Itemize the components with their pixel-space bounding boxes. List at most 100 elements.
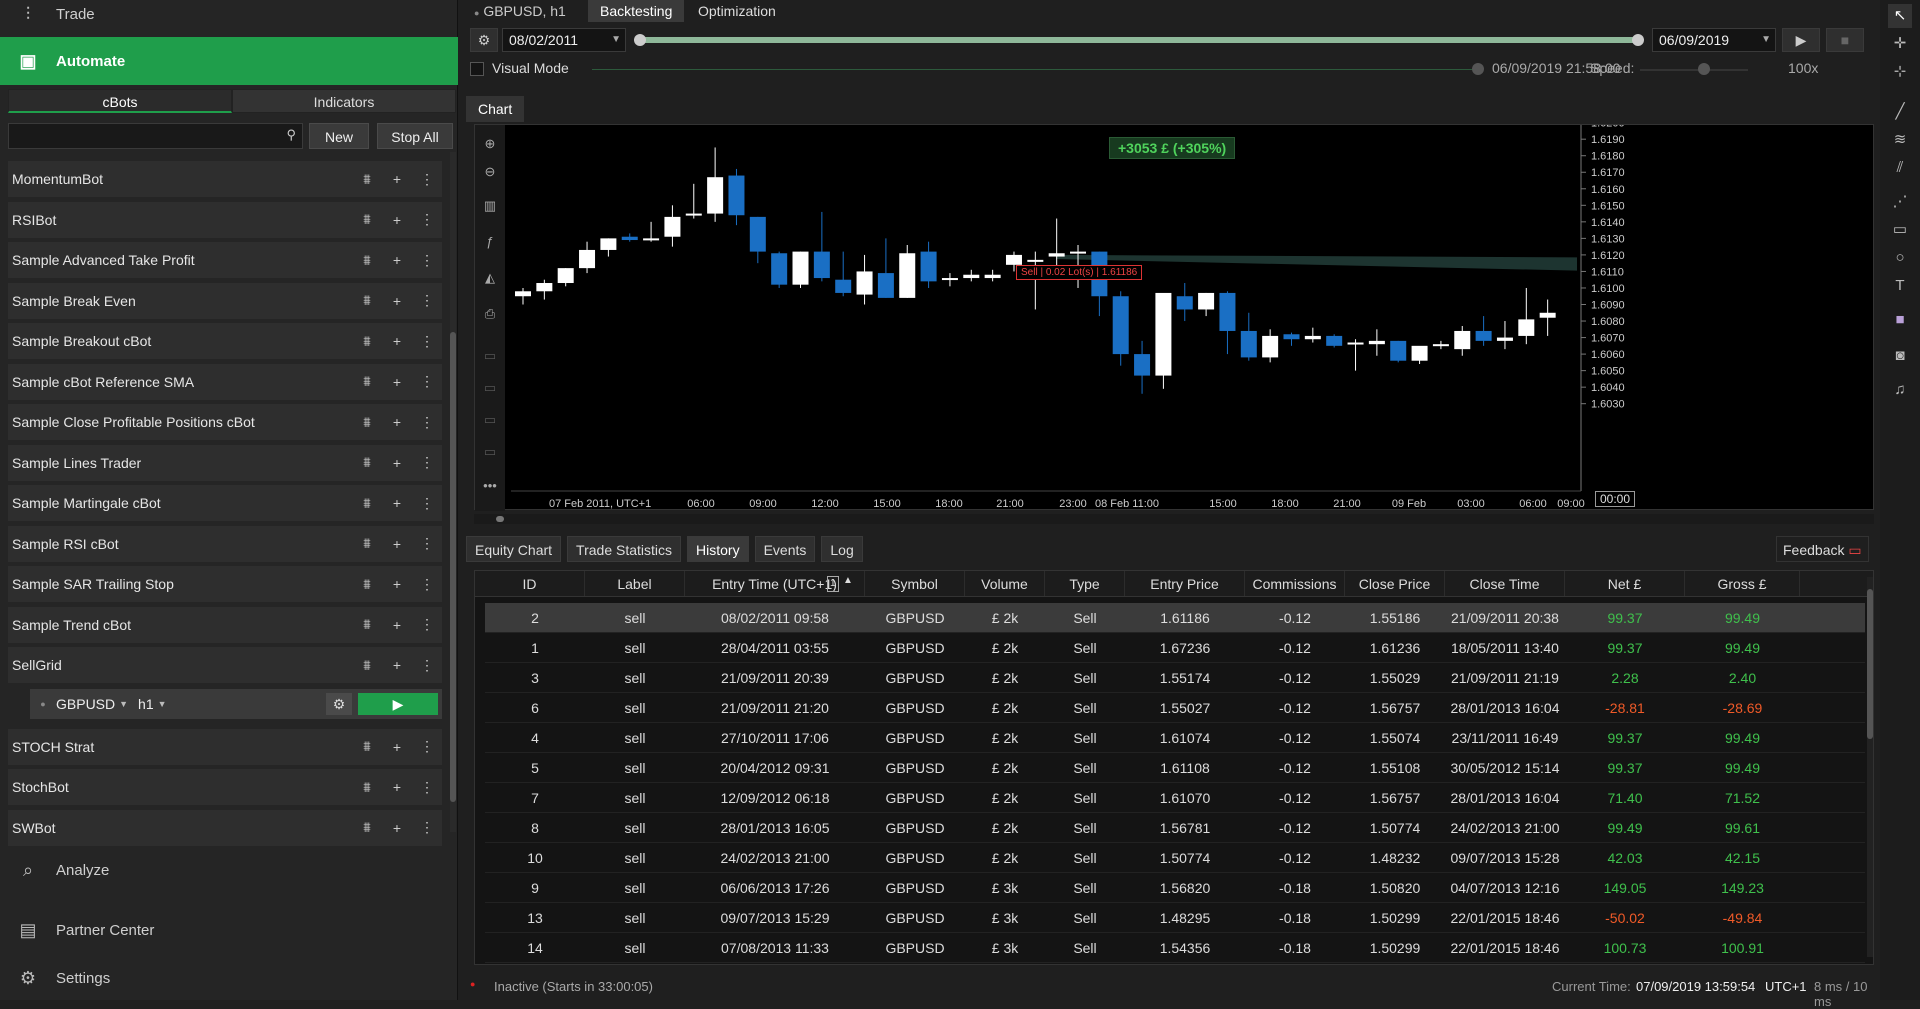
- bot-item[interactable]: RSIBot ⩩ + ⋮: [8, 201, 442, 238]
- scrollbar-thumb[interactable]: [450, 332, 456, 802]
- bot-item[interactable]: Sample cBot Reference SMA ⩩ + ⋮: [8, 363, 442, 400]
- table-row[interactable]: 13 sell 09/07/2013 15:29 GBPUSD £ 3k Sell 1.48…: [485, 903, 1865, 933]
- tab-cbots[interactable]: cBots: [8, 89, 232, 113]
- more-vertical-icon[interactable]: ⋮: [412, 252, 442, 269]
- table-row[interactable]: 10 sell 24/02/2013 21:00 GBPUSD £ 2k Sell 1.50…: [485, 843, 1865, 873]
- nav-settings[interactable]: ⚙ Settings: [0, 954, 458, 1002]
- trade-label[interactable]: Sell | 0.02 Lot(s) | 1.61186: [1016, 265, 1143, 280]
- more-vertical-icon[interactable]: ⋮: [412, 535, 442, 552]
- chart-hscrollbar[interactable]: [474, 514, 1874, 524]
- crosshair-icon[interactable]: ✛: [1888, 32, 1912, 56]
- timeframe-icon[interactable]: ▭: [479, 345, 501, 367]
- more-vertical-icon[interactable]: ⋮: [412, 171, 442, 188]
- pattern-icon[interactable]: ⋰: [1888, 190, 1912, 214]
- more-vertical-icon[interactable]: ⋮: [412, 414, 442, 431]
- column-header[interactable]: Gross £: [1685, 571, 1800, 596]
- bot-item[interactable]: StochBot ⩩ + ⋮: [8, 769, 442, 805]
- instances-icon[interactable]: ⩩: [352, 211, 382, 228]
- stop-button[interactable]: ■: [1826, 28, 1864, 52]
- instances-icon[interactable]: ⩩: [352, 535, 382, 552]
- instances-icon[interactable]: ⩩: [352, 657, 382, 674]
- speed-slider[interactable]: [1640, 69, 1748, 71]
- table-row[interactable]: 5 sell 20/04/2012 09:31 GBPUSD £ 2k Sell 1.611…: [485, 753, 1865, 783]
- bot-item[interactable]: STOCH Strat ⩩ + ⋮: [8, 728, 442, 765]
- visual-mode-checkbox[interactable]: [470, 62, 484, 76]
- add-instance-icon[interactable]: +: [382, 171, 412, 187]
- bot-item[interactable]: Sample RSI cBot ⩩ + ⋮: [8, 525, 442, 562]
- instances-icon[interactable]: ⩩: [352, 576, 382, 593]
- bot-item[interactable]: Sample Breakout cBot ⩩ + ⋮: [8, 323, 442, 359]
- add-instance-icon[interactable]: +: [382, 576, 412, 592]
- tab-equity-chart[interactable]: Equity Chart: [466, 536, 562, 562]
- instances-icon[interactable]: ⩩: [352, 738, 382, 755]
- table-row[interactable]: 7 sell 12/09/2012 06:18 GBPUSD £ 2k Sell 1.610…: [485, 783, 1865, 813]
- more-icon[interactable]: •••: [479, 475, 501, 497]
- instances-icon[interactable]: ⩩: [352, 333, 382, 350]
- tab-events[interactable]: Events: [754, 536, 816, 562]
- more-vertical-icon[interactable]: ⋮: [412, 454, 442, 471]
- instance-play-button[interactable]: ▶: [358, 692, 438, 715]
- add-instance-icon[interactable]: +: [382, 779, 412, 795]
- screenshot-icon[interactable]: ⎙: [479, 303, 501, 325]
- indicator-icon[interactable]: ƒ: [479, 231, 501, 253]
- bot-item[interactable]: Sample Close Profitable Positions cBot ⩩ +…: [8, 404, 442, 440]
- table-scroll-thumb[interactable]: [1867, 589, 1873, 739]
- instances-icon[interactable]: ⩩: [352, 779, 382, 796]
- tab-indicators[interactable]: Indicators: [232, 89, 456, 113]
- add-instance-icon[interactable]: +: [382, 252, 412, 268]
- rectangle-icon[interactable]: ▭: [1888, 218, 1912, 242]
- zoom-in-icon[interactable]: ⊕: [479, 133, 501, 155]
- bot-item[interactable]: Sample Martingale cBot ⩩ + ⋮: [8, 485, 442, 521]
- add-instance-icon[interactable]: +: [382, 820, 412, 836]
- table-row[interactable]: 4 sell 27/10/2011 17:06 GBPUSD £ 2k Sell 1.610…: [485, 723, 1865, 753]
- table-row[interactable]: 9 sell 06/06/2013 17:26 GBPUSD £ 3k Sell 1.568…: [485, 873, 1865, 903]
- more-vertical-icon[interactable]: ⋮: [412, 657, 442, 674]
- column-header[interactable]: Close Time (UTC+1: [1445, 571, 1565, 618]
- chart-type-icon[interactable]: ▥: [479, 195, 501, 217]
- tab-backtesting[interactable]: Backtesting: [588, 0, 685, 22]
- price-chart[interactable]: ⊕ ⊖ ▥ ƒ ◭ ⎙ ▭ ▭ ▭ ▭ ••• 1.6200 1.6190 1.61…: [474, 124, 1874, 511]
- tab-log[interactable]: Log: [821, 536, 863, 562]
- color-picker-icon[interactable]: ■: [1888, 308, 1912, 332]
- range-end-handle[interactable]: [1632, 34, 1644, 46]
- feedback-button[interactable]: Feedback ▭: [1776, 536, 1869, 562]
- add-instance-icon[interactable]: +: [382, 657, 412, 673]
- instances-icon[interactable]: ⩩: [352, 819, 382, 836]
- instances-icon[interactable]: ⩩: [352, 171, 382, 188]
- ellipse-icon[interactable]: ○: [1888, 246, 1912, 270]
- bot-item[interactable]: Sample Lines Trader ⩩ + ⋮: [8, 444, 442, 481]
- table-row[interactable]: 8 sell 28/01/2013 16:05 GBPUSD £ 2k Sell 1.567…: [485, 813, 1865, 843]
- column-header[interactable]: Symbol: [865, 571, 965, 596]
- column-header[interactable]: Net £: [1565, 571, 1685, 596]
- more-vertical-icon[interactable]: ⋮: [412, 576, 442, 593]
- add-instance-icon[interactable]: +: [382, 374, 412, 390]
- column-header[interactable]: ID: [475, 571, 585, 596]
- play-button[interactable]: ▶: [1782, 28, 1820, 52]
- more-vertical-icon[interactable]: ⋮: [412, 779, 442, 796]
- tab-optimization[interactable]: Optimization: [686, 0, 788, 22]
- add-instance-icon[interactable]: +: [382, 212, 412, 228]
- more-vertical-icon[interactable]: ⋮: [412, 495, 442, 512]
- tab-chart[interactable]: Chart: [466, 96, 525, 122]
- more-vertical-icon[interactable]: ⋮: [412, 616, 442, 633]
- instance-settings-icon[interactable]: ⚙: [326, 692, 352, 715]
- timeframe-icon[interactable]: ▭: [479, 409, 501, 431]
- table-row[interactable]: 1 sell 28/04/2011 03:55 GBPUSD £ 2k Sell 1.672…: [485, 633, 1865, 663]
- bot-item[interactable]: SellGrid ⩩ + ⋮: [8, 647, 442, 683]
- column-header[interactable]: Type: [1045, 571, 1125, 596]
- cursor-icon[interactable]: ↖: [1888, 4, 1912, 28]
- more-vertical-icon[interactable]: ⋮: [412, 738, 442, 755]
- template-icon[interactable]: ◭: [479, 267, 501, 289]
- visual-progress-handle[interactable]: [1472, 63, 1484, 75]
- bot-search-input[interactable]: ⚲: [8, 123, 303, 149]
- more-vertical-icon[interactable]: ⋮: [412, 292, 442, 309]
- hscroll-thumb[interactable]: [496, 516, 504, 522]
- column-header[interactable]: Commissions: [1245, 571, 1345, 596]
- table-row[interactable]: 2 sell 08/02/2011 09:58 GBPUSD £ 2k Sell 1.611…: [485, 603, 1865, 633]
- bot-item[interactable]: Sample Advanced Take Profit ⩩ + ⋮: [8, 242, 442, 278]
- add-instance-icon[interactable]: +: [382, 414, 412, 430]
- instances-icon[interactable]: ⩩: [352, 373, 382, 390]
- bot-item[interactable]: MomentumBot ⩩ + ⋮: [8, 161, 442, 197]
- table-scrollbar[interactable]: [1867, 577, 1873, 957]
- nav-automate[interactable]: ▣ Automate: [0, 37, 458, 85]
